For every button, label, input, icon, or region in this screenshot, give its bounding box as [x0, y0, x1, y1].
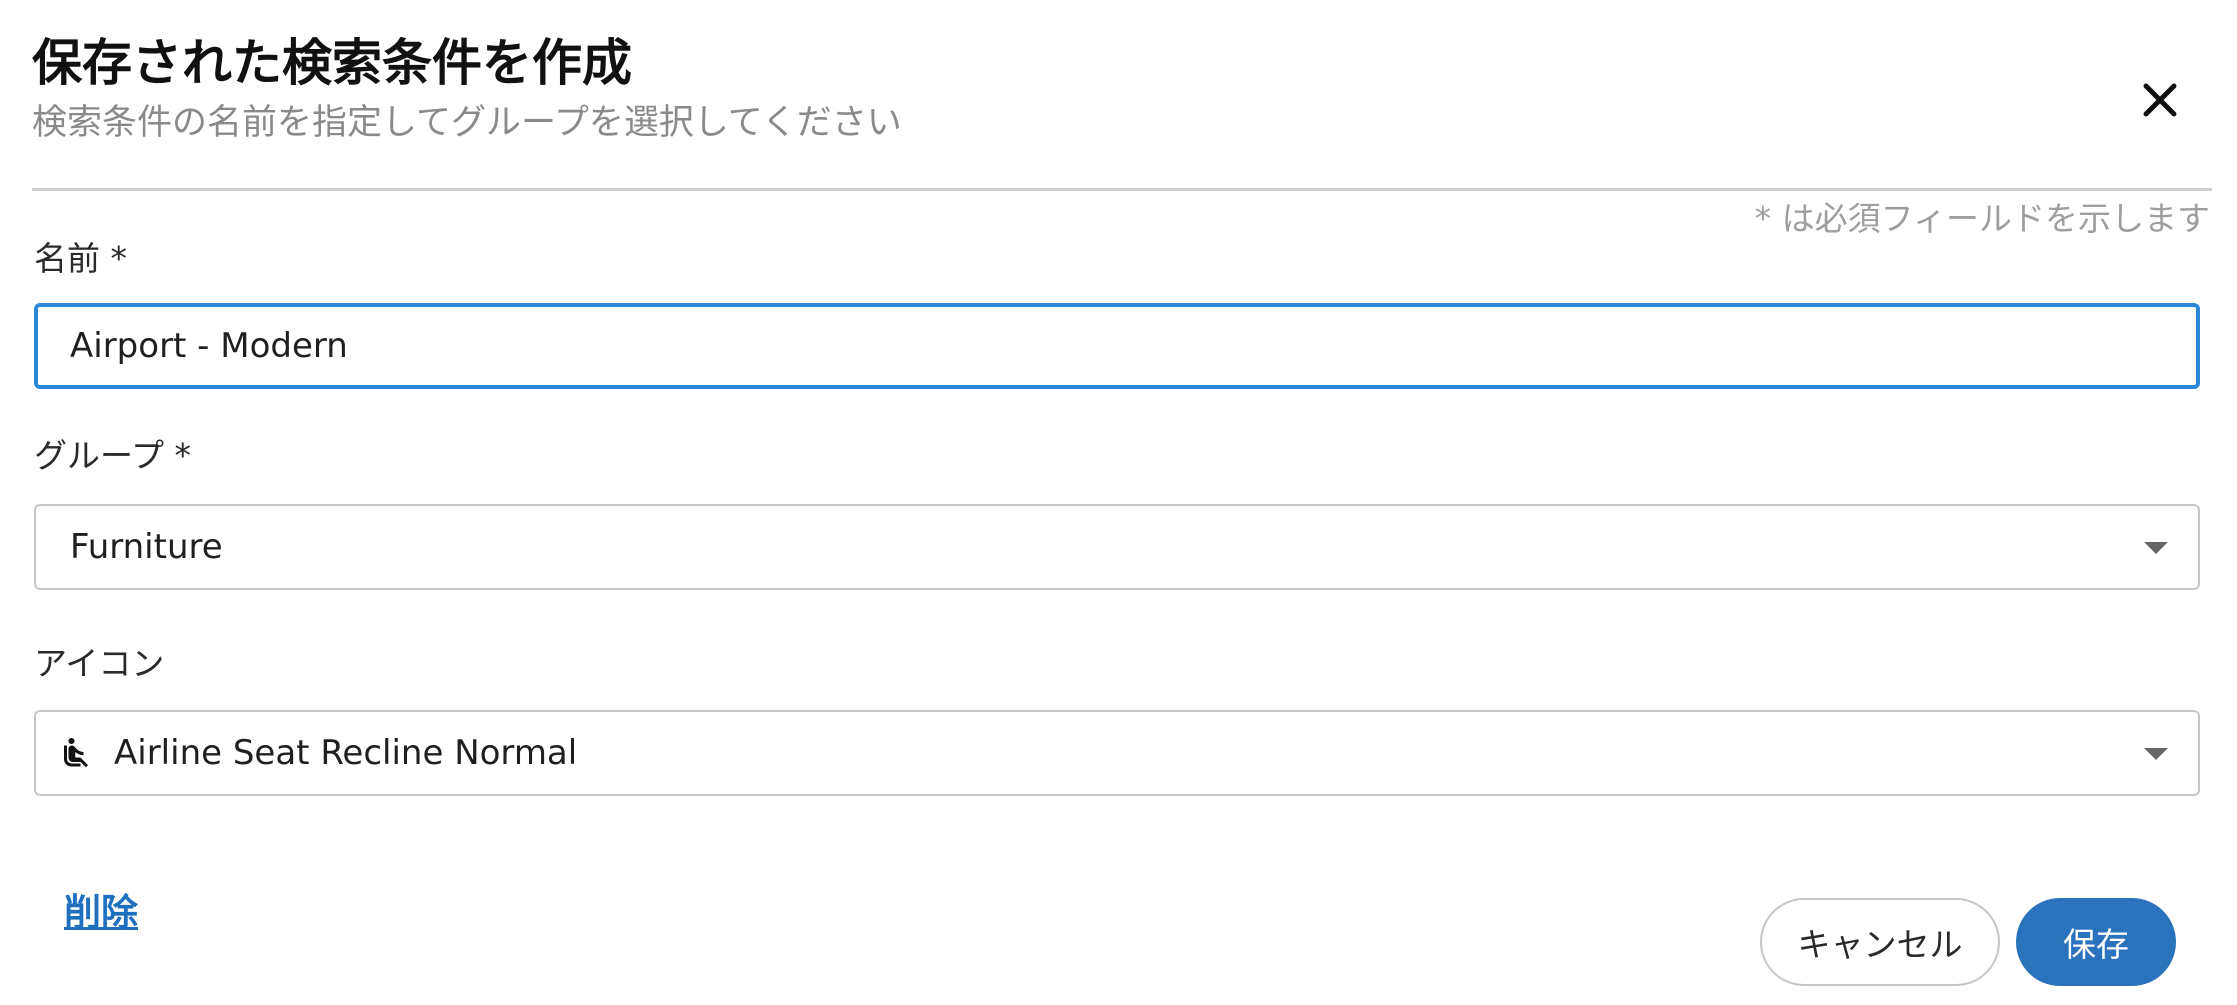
cancel-button[interactable]: キャンセル [1760, 898, 2000, 986]
name-input[interactable] [34, 303, 2200, 389]
chevron-down-icon [2144, 542, 2168, 554]
save-button[interactable]: 保存 [2016, 898, 2176, 986]
group-select[interactable]: Furniture [34, 504, 2200, 590]
group-label: グループ * [34, 436, 192, 475]
name-label: 名前 * [34, 239, 127, 278]
dialog-subtitle: 検索条件の名前を指定してグループを選択してください [32, 103, 902, 143]
delete-link[interactable]: 削除 [64, 888, 138, 938]
chevron-down-icon [2144, 748, 2168, 760]
header-divider [32, 188, 2212, 191]
save-search-dialog: 保存された検索条件を作成 検索条件の名前を指定してグループを選択してください *… [0, 0, 2237, 1005]
airline-seat-recline-normal-icon [56, 733, 96, 773]
icon-label: アイコン [34, 644, 165, 683]
dialog-header: 保存された検索条件を作成 検索条件の名前を指定してグループを選択してください [32, 30, 2212, 148]
close-button[interactable] [2130, 70, 2190, 130]
group-select-value: Furniture [70, 527, 223, 567]
required-fields-note: * は必須フィールドを示します [1754, 199, 2210, 238]
icon-select[interactable]: Airline Seat Recline Normal [34, 710, 2200, 796]
dialog-title: 保存された検索条件を作成 [32, 34, 632, 92]
icon-select-value: Airline Seat Recline Normal [114, 733, 578, 773]
close-icon [2143, 83, 2177, 117]
